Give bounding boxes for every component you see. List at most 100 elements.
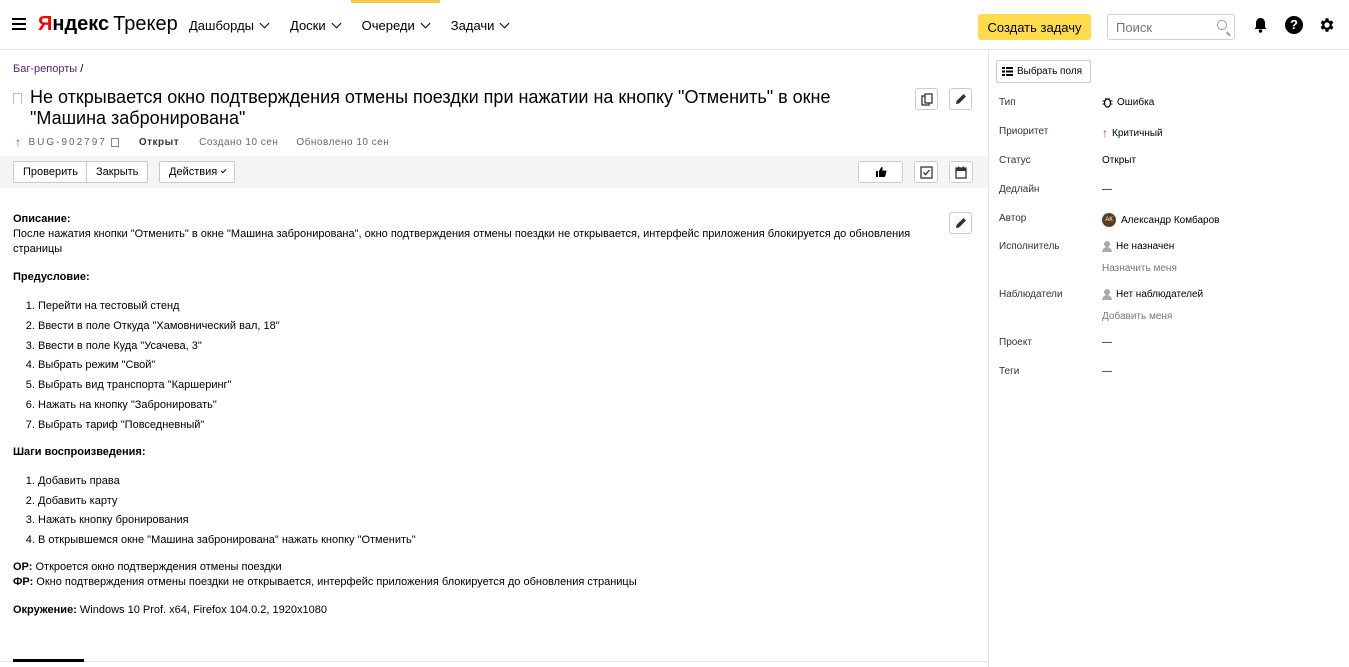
author-name: Александр Комбаров — [1121, 214, 1220, 226]
tabs-divider — [0, 661, 988, 662]
search-box[interactable] — [1107, 14, 1235, 40]
list-item: Перейти на тестовый стенд — [38, 299, 943, 314]
issue-sidebar: Выбрать поля Тип Ошибка Приоритет ↑ Крит… — [989, 50, 1349, 667]
gear-icon[interactable] — [1318, 16, 1336, 34]
issue-key[interactable]: BUG-902797 — [29, 137, 107, 148]
followers-value[interactable]: Нет наблюдателей — [1102, 289, 1203, 300]
search-icon[interactable] — [1217, 20, 1227, 30]
chevron-down-icon — [259, 18, 270, 28]
created-date: Создано 10 сен — [199, 136, 279, 148]
actions-dropdown[interactable]: Действия — [159, 161, 235, 183]
assign-me-link[interactable]: Назначить меня — [1102, 263, 1177, 274]
top-header: Яндекс Трекер Дашборды Доски Очереди Зада… — [0, 0, 1349, 50]
list-item: Выбрать вид транспорта "Каршеринг" — [38, 378, 943, 393]
steps-list: Добавить права Добавить карту Нажать кно… — [38, 474, 943, 548]
field-label: Проект — [999, 337, 1032, 348]
select-fields-label: Выбрать поля — [1017, 66, 1083, 77]
actual-result: ФР: Окно подтверждения отмены поездки не… — [13, 575, 943, 590]
breadcrumb-separator: / — [80, 63, 84, 75]
nav-queues[interactable]: Очереди — [350, 0, 440, 50]
priority-value-text: Критичный — [1112, 127, 1163, 139]
project-value[interactable]: — — [1102, 337, 1112, 348]
close-button[interactable]: Закрыть — [86, 161, 148, 183]
expected-label: ОР: — [13, 561, 33, 574]
environment-label: Окружение: — [13, 604, 77, 617]
field-label: Статус — [999, 155, 1031, 166]
edit-title-button[interactable] — [949, 88, 972, 110]
steps-heading: Шаги воспроизведения: — [13, 445, 146, 458]
select-fields-button[interactable]: Выбрать поля — [996, 60, 1092, 83]
logo-product: Трекер — [113, 13, 178, 35]
edit-description-button[interactable] — [949, 212, 972, 234]
chevron-down-icon — [499, 18, 510, 28]
bug-icon — [1102, 97, 1113, 108]
copy-key-icon[interactable] — [110, 137, 119, 147]
logo[interactable]: Яндекс Трекер — [38, 13, 178, 36]
type-value[interactable]: Ошибка — [1102, 97, 1154, 108]
list-item: Добавить карту — [38, 494, 943, 509]
help-icon[interactable]: ? — [1285, 16, 1303, 34]
copy-icon — [920, 92, 933, 106]
checklist-button[interactable] — [914, 161, 938, 183]
create-task-button[interactable]: Создать задачу — [978, 14, 1091, 40]
search-input[interactable] — [1108, 15, 1208, 39]
nav-label: Очереди — [361, 17, 415, 33]
like-button[interactable] — [858, 161, 903, 183]
logo-ya: Я — [38, 13, 53, 35]
breadcrumb-queue-link[interactable]: Баг-репорты — [13, 63, 77, 75]
precondition-list: Перейти на тестовый стенд Ввести в поле … — [38, 299, 943, 433]
updated-date: Обновлено 10 сен — [296, 136, 390, 148]
breadcrumb: Баг-репорты / — [13, 63, 83, 75]
avatar: АК — [1102, 213, 1116, 227]
description-text: После нажатия кнопки "Отменить" в окне "… — [13, 228, 911, 255]
field-label: Исполнитель — [999, 241, 1060, 252]
user-icon — [1102, 289, 1112, 300]
field-label: Приоритет — [999, 126, 1049, 137]
chevron-down-icon — [420, 18, 431, 28]
bookmark-icon[interactable] — [13, 93, 22, 104]
list-item: Ввести в поле Откуда "Хамовнический вал,… — [38, 319, 943, 334]
calendar-icon — [955, 166, 967, 179]
tab-active-indicator[interactable] — [13, 659, 84, 662]
status-value[interactable]: Открыт — [1102, 155, 1136, 166]
nav-tasks[interactable]: Задачи — [440, 0, 520, 50]
bell-icon[interactable] — [1253, 17, 1268, 33]
field-label: Автор — [999, 213, 1027, 224]
actual-text: Окно подтверждения отмены поездки не отк… — [33, 576, 637, 589]
add-me-link[interactable]: Добавить меня — [1102, 311, 1172, 322]
calendar-button[interactable] — [949, 161, 973, 183]
type-value-text: Ошибка — [1117, 97, 1155, 108]
thumbs-up-icon — [875, 167, 886, 177]
copy-link-button[interactable] — [915, 88, 938, 110]
nav-label: Задачи — [450, 17, 495, 33]
author-value[interactable]: АК Александр Комбаров — [1102, 213, 1219, 227]
list-item: Добавить права — [38, 474, 943, 489]
deadline-value[interactable]: — — [1102, 184, 1112, 195]
environment-text: Windows 10 Prof. x64, Firefox 104.0.2, 1… — [76, 604, 327, 617]
check-button[interactable]: Проверить — [13, 161, 87, 183]
expected-result: ОР: Откроется окно подтверждения отмены … — [13, 560, 943, 575]
actual-label: ФР: — [13, 576, 34, 589]
description-heading: Описание: — [13, 213, 71, 225]
priority-value[interactable]: ↑ Критичный — [1102, 126, 1163, 140]
list-item: Выбрать режим "Свой" — [38, 358, 943, 373]
list-item: Нажать на кнопку "Забронировать" — [38, 398, 943, 413]
field-label: Тип — [999, 97, 1016, 108]
nav-dashboards[interactable]: Дашборды — [178, 0, 279, 50]
list-item: В открывшемся окне "Машина забронирована… — [38, 533, 943, 548]
issue-main: Баг-репорты / Не открывается окно подтве… — [0, 50, 988, 667]
priority-arrow-icon: ↑ — [1102, 126, 1108, 140]
actions-toolbar: Проверить Закрыть Действия — [0, 156, 988, 188]
menu-icon[interactable] — [12, 18, 26, 30]
precondition-heading: Предусловие: — [13, 271, 90, 283]
nav-label: Дашборды — [189, 17, 254, 33]
nav-boards[interactable]: Доски — [279, 0, 351, 50]
tags-value[interactable]: — — [1102, 366, 1112, 377]
chevron-down-icon — [331, 18, 342, 28]
checkbox-icon — [919, 165, 933, 179]
description-block: Описание: После нажатия кнопки "Отменить… — [13, 212, 943, 257]
followers-text: Нет наблюдателей — [1116, 289, 1204, 300]
pencil-icon — [955, 218, 966, 228]
assignee-value[interactable]: Не назначен — [1102, 241, 1174, 252]
list-item: Ввести в поле Куда "Усачева, 3" — [38, 339, 943, 354]
